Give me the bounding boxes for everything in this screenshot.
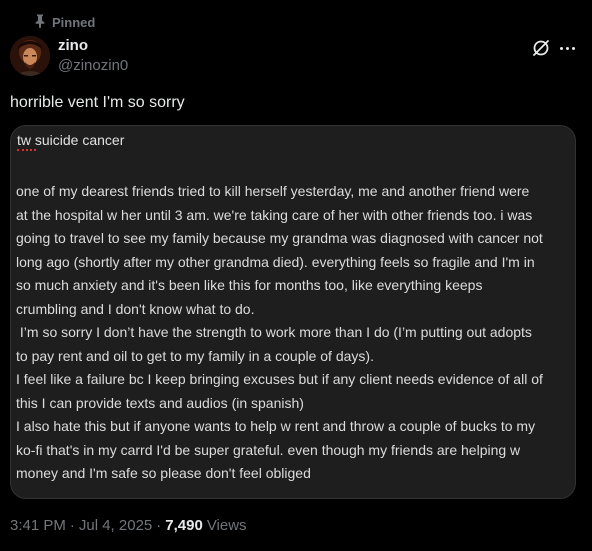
views-label: Views <box>206 517 247 534</box>
image-body-text: one of my dearest friends tried to kill … <box>16 183 543 481</box>
views-count[interactable]: 7,490 <box>165 517 203 534</box>
post-text: horrible vent I'm so sorry <box>10 94 185 111</box>
pin-icon <box>34 14 46 31</box>
attached-image[interactable]: tw suicide cancer one of my dearest frie… <box>10 125 576 499</box>
post-meta: 3:41 PM · Jul 4, 2025 · 7,490 Views <box>10 517 247 534</box>
post-time[interactable]: 3:41 PM <box>10 517 66 534</box>
meta-separator: · <box>156 517 162 534</box>
spellcheck-underline <box>17 149 36 151</box>
author-handle[interactable]: @zinozin0 <box>58 57 128 74</box>
pinned-post[interactable]: Pinned zino @zinozin0 horrible vent I'm … <box>0 0 592 551</box>
meta-separator: · <box>69 517 75 534</box>
pinned-indicator: Pinned <box>34 14 95 31</box>
author-display-name[interactable]: zino <box>58 37 88 54</box>
more-icon[interactable] <box>556 38 578 58</box>
grok-icon[interactable] <box>531 38 551 58</box>
avatar[interactable] <box>10 36 50 76</box>
pinned-label: Pinned <box>52 15 96 30</box>
post-date[interactable]: Jul 4, 2025 <box>79 517 152 534</box>
image-title: tw suicide cancer <box>17 132 125 148</box>
